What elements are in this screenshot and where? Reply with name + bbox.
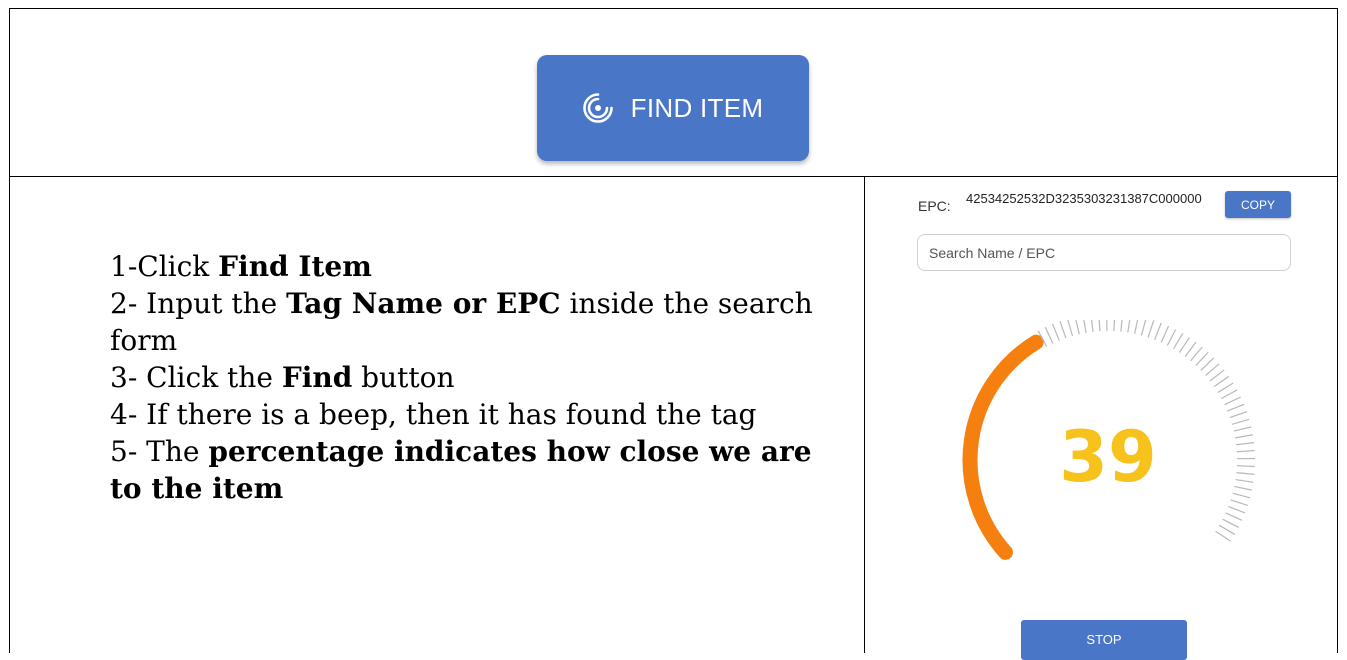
instruction-step: 5- The percentage indicates how close we… <box>110 433 850 507</box>
stop-button[interactable]: STOP <box>1021 620 1187 660</box>
gauge-tick <box>1053 324 1060 341</box>
gauge-tick <box>1141 320 1146 335</box>
gauge-tick <box>1233 493 1250 498</box>
gauge-tick <box>1091 320 1093 332</box>
gauge-tick <box>1083 320 1086 333</box>
instructions-list: 1-Click Find Item2- Input the Tag Name o… <box>110 248 850 507</box>
gauge-tick <box>1210 370 1224 381</box>
gauge-tick <box>1236 473 1254 475</box>
gauge-tick <box>1226 513 1242 520</box>
find-item-button[interactable]: FIND ITEM <box>537 55 809 161</box>
gauge-tick <box>1099 320 1100 331</box>
instruction-step: 4- If there is a beep, then it has found… <box>110 396 850 433</box>
gauge-tick <box>1237 451 1255 452</box>
gauge-tick <box>1232 419 1249 424</box>
instruction-emphasis: Find <box>282 361 352 394</box>
gauge-tick <box>1214 376 1229 386</box>
instruction-text: 5- The <box>110 435 208 468</box>
gauge-tick <box>1236 480 1254 483</box>
gauge-tick <box>1167 330 1175 346</box>
gauge-tick <box>1234 427 1252 431</box>
gauge-tick <box>1201 358 1214 370</box>
find-item-label: FIND ITEM <box>631 93 764 124</box>
gauge-tick <box>1235 435 1253 438</box>
instruction-text: 2- Input the <box>110 287 286 320</box>
gauge-tick <box>1068 320 1073 336</box>
table-column-divider <box>864 176 865 653</box>
gauge-tick <box>1075 320 1079 334</box>
gauge-tick <box>1148 320 1154 337</box>
gauge-tick <box>1191 347 1203 361</box>
copy-button[interactable]: COPY <box>1225 191 1291 218</box>
gauge-tick <box>1174 333 1183 349</box>
instruction-step: 2- Input the Tag Name or EPC inside the … <box>110 285 850 359</box>
gauge-tick <box>1223 519 1239 527</box>
instruction-step: 3- Click the Find button <box>110 359 850 396</box>
gauge-tick <box>1135 320 1139 334</box>
instruction-emphasis: Tag Name or EPC <box>286 287 560 320</box>
gauge-tick <box>1216 531 1231 541</box>
gauge-tick <box>1219 525 1235 534</box>
gauge-tick <box>1225 397 1241 405</box>
table-row-divider <box>9 176 1338 177</box>
instruction-text: 3- Click the <box>110 361 282 394</box>
gauge-tick <box>1196 352 1208 365</box>
radar-icon <box>583 93 613 123</box>
instruction-step: 1-Click Find Item <box>110 248 850 285</box>
gauge-tick <box>1128 320 1131 333</box>
epc-value: 42534252532D3235303231387C000000 <box>966 192 1221 206</box>
instruction-emphasis: Find Item <box>218 250 372 283</box>
gauge-percentage: 39 <box>1008 412 1208 502</box>
gauge-tick <box>1185 342 1196 356</box>
instruction-emphasis: percentage indicates how close we are to… <box>110 435 812 505</box>
gauge-tick <box>1236 443 1254 445</box>
gauge-tick <box>1231 500 1248 506</box>
gauge-tick <box>1227 404 1244 411</box>
gauge-tick <box>1234 486 1252 490</box>
search-input[interactable] <box>917 234 1291 271</box>
instruction-text: 4- If there is a beep, then it has found… <box>110 398 756 431</box>
gauge-tick <box>1230 412 1247 418</box>
gauge-tick <box>1114 320 1115 331</box>
gauge-tick <box>1060 321 1066 338</box>
gauge-tick <box>1155 323 1162 340</box>
gauge-tick <box>1228 506 1245 512</box>
gauge-tick <box>1179 338 1189 353</box>
gauge-tick <box>1221 390 1237 399</box>
epc-label: EPC: <box>918 198 951 214</box>
gauge-tick <box>1045 327 1053 343</box>
gauge-tick <box>1206 364 1220 376</box>
gauge-tick <box>1237 466 1255 467</box>
gauge-tick <box>1218 383 1233 392</box>
gauge-tick <box>1161 326 1168 342</box>
instruction-text: button <box>352 361 454 394</box>
instruction-text: 1-Click <box>110 250 218 283</box>
gauge-tick <box>1121 320 1123 332</box>
